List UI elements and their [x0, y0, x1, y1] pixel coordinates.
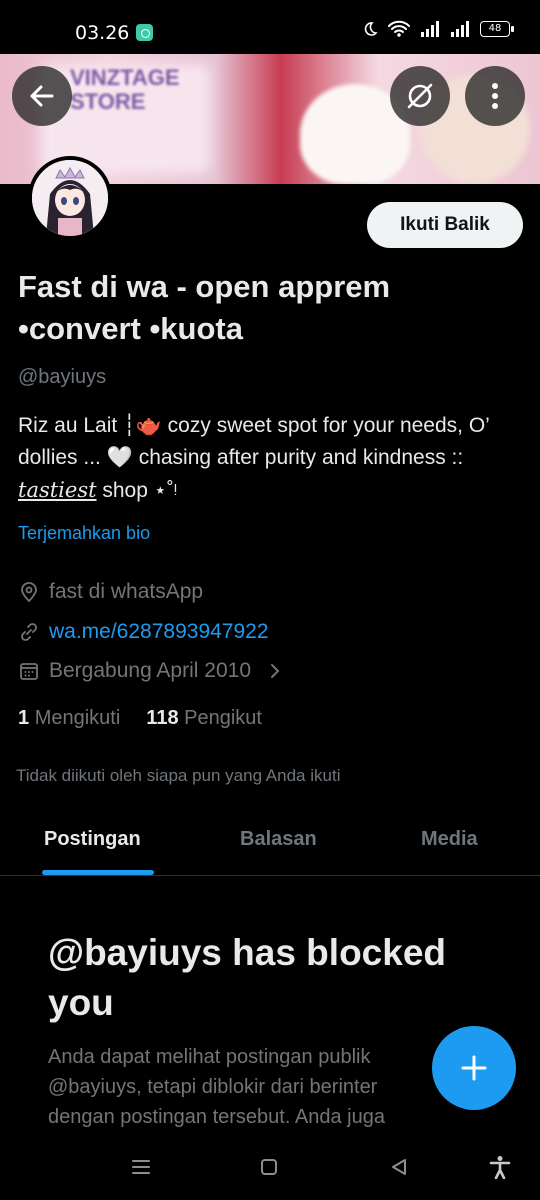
calendar-icon [18, 660, 40, 682]
recent-apps-button[interactable] [127, 1153, 155, 1181]
following-number: 1 [18, 707, 30, 729]
joined-text: Bergabung April 2010 [49, 659, 251, 682]
blocked-description-line: dengan postingan tersebut. Anda juga [48, 1106, 385, 1128]
triangle-back-icon [392, 1159, 406, 1175]
square-icon [261, 1159, 277, 1175]
bio-link-text: tastiest [18, 478, 97, 502]
wifi-icon [388, 20, 410, 37]
active-tab-indicator [42, 870, 154, 875]
avatar[interactable] [28, 156, 112, 240]
moon-icon [364, 21, 378, 36]
bio-text: Riz au Lait ┆🫖 cozy sweet spot for your … [18, 414, 490, 469]
website-link[interactable]: wa.me/6287893947922 [49, 620, 269, 644]
plus-icon [461, 1055, 487, 1081]
tab-media[interactable]: Media [421, 828, 478, 851]
status-bar: 03.26 48 [0, 0, 540, 54]
translate-bio-link[interactable]: Terjemahkan bio [18, 523, 150, 544]
signal-icon [421, 20, 439, 37]
accessibility-button[interactable] [486, 1153, 514, 1181]
profile-bio: Riz au Lait ┆🫖 cozy sweet spot for your … [18, 410, 523, 507]
blocked-description-line: Anda dapat melihat postingan publik [48, 1046, 371, 1068]
signal-icon [451, 20, 469, 37]
back-button[interactable] [12, 66, 72, 126]
profile-tabs: Postingan Balasan Media [0, 808, 540, 876]
chevron-right-icon [264, 660, 286, 682]
banner-text: VINZTAGE STORE [70, 65, 180, 115]
followers-count[interactable]: 118 Pengikut [146, 707, 262, 730]
system-nav-bar [0, 1135, 540, 1200]
follow-counts: 1 Mengikuti 118 Pengikut [18, 707, 262, 730]
back-nav-button[interactable] [385, 1153, 413, 1181]
more-vertical-icon [492, 83, 498, 109]
blocked-description: Anda dapat melihat postingan publik @bay… [48, 1042, 453, 1132]
compose-post-button[interactable] [432, 1026, 516, 1110]
profile-joined[interactable]: Bergabung April 2010 [18, 659, 286, 683]
profile-website[interactable]: wa.me/6287893947922 [18, 620, 269, 644]
grok-button[interactable] [390, 66, 450, 126]
follow-back-button[interactable]: Ikuti Balik [367, 202, 523, 248]
bio-text-end: shop ⋆˚ᵎ [96, 479, 178, 502]
home-button[interactable] [255, 1153, 283, 1181]
status-icons: 48 [362, 20, 514, 37]
following-label: Mengikuti [34, 707, 121, 729]
profile-handle: @bayiuys [18, 366, 107, 388]
banner-text-line2: STORE [70, 89, 146, 115]
accessibility-icon [489, 1156, 511, 1179]
followers-number: 118 [146, 707, 179, 729]
location-text: fast di whatsApp [49, 580, 204, 603]
followers-label: Pengikut [184, 707, 262, 729]
banner-text-line1: VINZTAGE [70, 65, 180, 90]
tab-posts[interactable]: Postingan [44, 828, 141, 851]
link-icon [18, 621, 40, 643]
more-options-button[interactable] [465, 66, 525, 126]
location-pin-icon [18, 581, 40, 603]
tab-replies[interactable]: Balasan [240, 828, 317, 851]
profile-location: fast di whatsApp [18, 580, 203, 604]
battery-icon: 48 [480, 20, 514, 37]
status-time: 03.26 [75, 22, 130, 44]
avatar-image [32, 160, 108, 236]
slash-circle-icon [407, 83, 433, 109]
app-notification-icon [136, 24, 153, 41]
following-count[interactable]: 1 Mengikuti [18, 707, 120, 730]
arrow-left-icon [30, 85, 54, 107]
blocked-description-line: @bayiuys, tetapi diblokir dari berinter [48, 1076, 378, 1098]
blocked-title: @bayiuys has blocked you [48, 932, 447, 1023]
display-name: Fast di wa - open apprem •convert •kuota [18, 269, 391, 346]
followed-by-note: Tidak diikuti oleh siapa pun yang Anda i… [16, 766, 341, 785]
menu-icon [132, 1160, 150, 1174]
